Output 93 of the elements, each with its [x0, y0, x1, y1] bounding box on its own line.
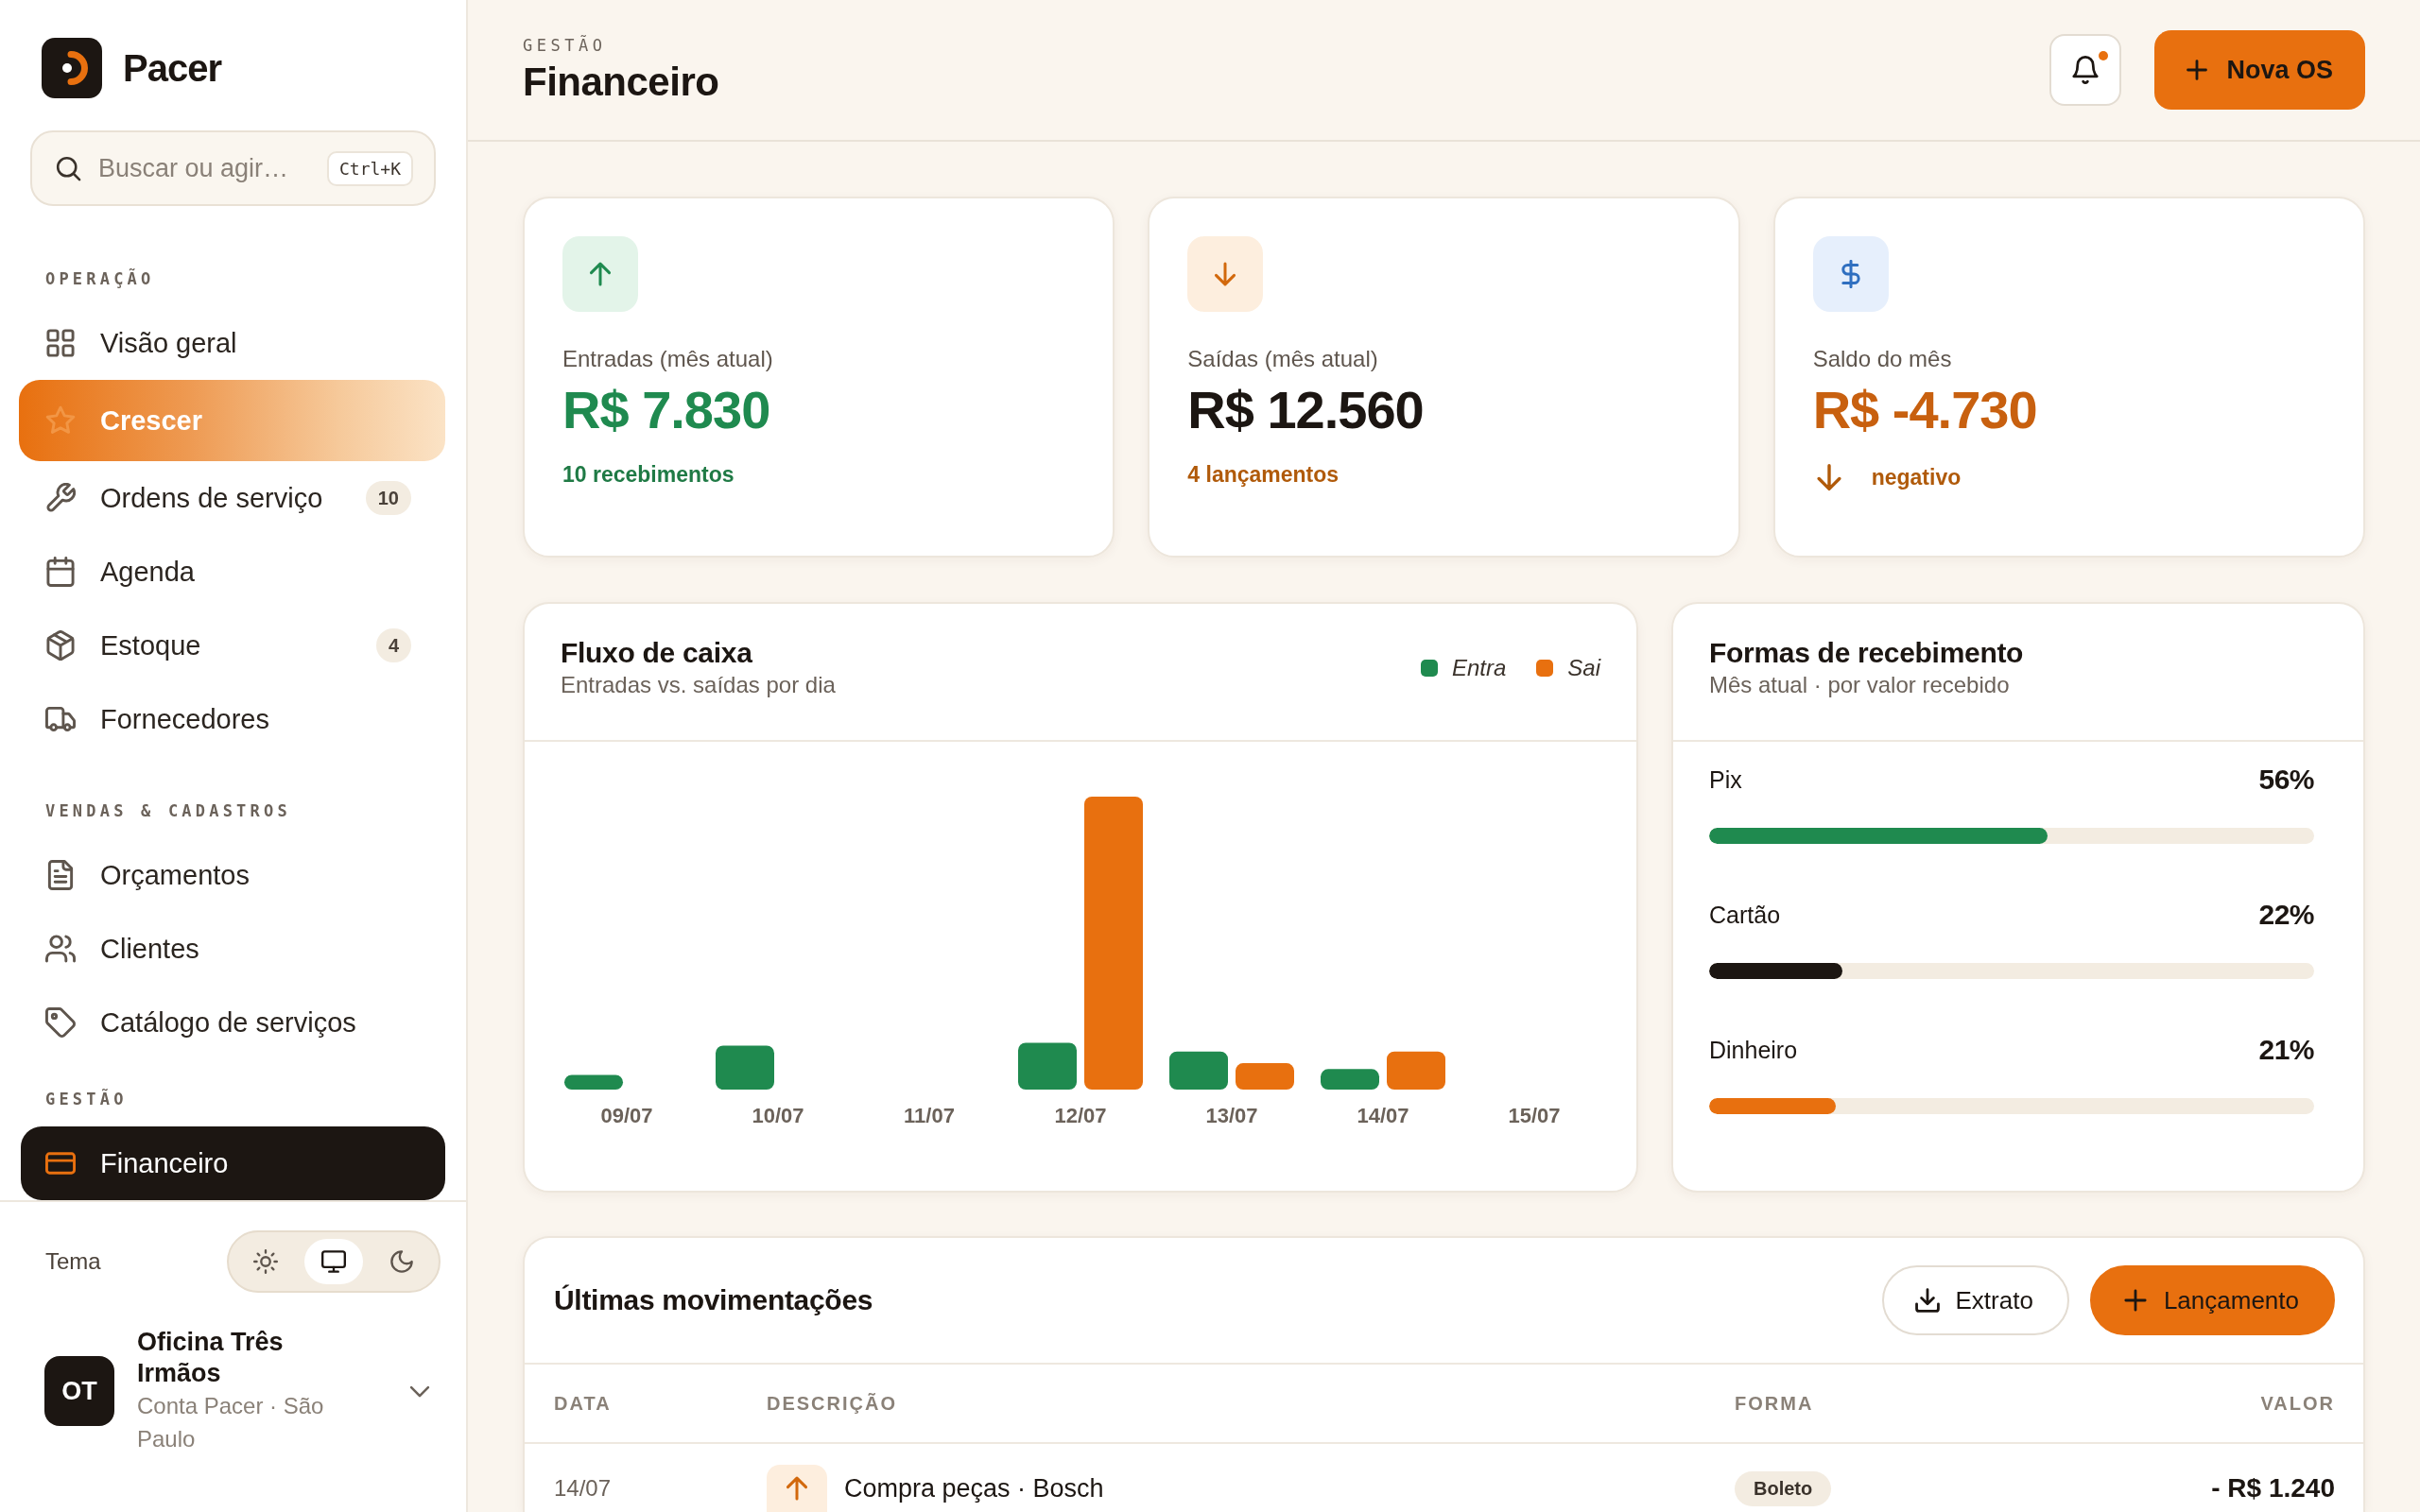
download-button[interactable]: Extrato — [1881, 1265, 2069, 1335]
stat-value: R$ -4.730 — [1812, 380, 2038, 440]
truck-icon — [45, 704, 76, 734]
brand-name: Pacer — [123, 46, 221, 90]
notifications-button[interactable] — [2049, 34, 2122, 106]
calendar-icon — [45, 557, 76, 587]
chart-bar — [1169, 1051, 1228, 1090]
arrow-up-icon — [562, 236, 638, 312]
avatar: OT — [44, 1356, 114, 1426]
account-name: Oficina Três Irmãos — [137, 1327, 285, 1389]
nav-item[interactable]: Fornecedores — [21, 682, 445, 756]
plus-icon — [2185, 58, 2210, 82]
chart-bar — [1321, 1069, 1379, 1090]
page-title: Financeiro — [523, 60, 719, 105]
grid-icon — [45, 328, 76, 358]
axis-label: 12/07 — [1053, 1103, 1108, 1129]
card-subtitle: Entradas vs. saídas por dia — [561, 671, 836, 699]
nav-item[interactable]: Visão geral — [21, 306, 445, 380]
box-icon — [45, 630, 76, 661]
stat-note: 10 recebimentos — [562, 461, 735, 488]
nav-item[interactable]: Estoque 4 — [21, 609, 445, 682]
method-name: Pix — [1709, 765, 1742, 794]
count-badge: 4 — [375, 628, 411, 662]
axis-label: 14/07 — [1356, 1103, 1410, 1129]
stat-label: Saldo do mês — [1812, 346, 1953, 372]
axis-label: 10/07 — [751, 1103, 805, 1129]
nav-item[interactable]: Catálogo de serviços — [21, 986, 445, 1059]
nav-item[interactable]: Clientes — [21, 912, 445, 986]
stat-label: Saídas (mês atual) — [1187, 346, 1379, 372]
breadcrumb: GESTÃO — [523, 35, 608, 56]
legend-label: Sai — [1567, 654, 1600, 682]
axis-label: 11/07 — [903, 1103, 956, 1129]
nav-item[interactable]: Financeiro — [21, 1126, 445, 1200]
users-icon — [45, 934, 76, 964]
section-title: GESTÃO — [44, 1088, 129, 1110]
download-icon — [1913, 1287, 1941, 1314]
amount-cell: - R$ 1.240 — [2211, 1473, 2335, 1503]
method-name: Cartão — [1709, 901, 1781, 929]
search-field[interactable]: Buscar ou agir… — [98, 153, 310, 183]
stat-value: R$ 12.560 — [1187, 380, 1425, 440]
method-name: Dinheiro — [1709, 1036, 1798, 1064]
card-title: Formas de recebimento — [1709, 636, 2024, 670]
moon-icon — [389, 1249, 414, 1274]
column-header: DATA — [554, 1392, 613, 1415]
column-header: FORMA — [1735, 1392, 1815, 1415]
arrow-down-icon — [1187, 236, 1264, 312]
method-share: 22% — [2258, 899, 2314, 931]
tag-icon — [45, 1007, 76, 1038]
method-share: 21% — [2258, 1034, 2314, 1066]
star-icon — [45, 405, 76, 436]
nav-item[interactable]: Ordens de serviço 10 — [21, 461, 445, 535]
shortcut-hint: Ctrl+K — [326, 150, 413, 186]
stat-note: negativo — [1871, 464, 1962, 490]
card-title: Últimas movimentações — [554, 1283, 873, 1317]
section-title: OPERAÇÃO — [44, 267, 156, 290]
monitor-icon — [321, 1249, 346, 1274]
document-icon — [45, 860, 76, 890]
legend-label: Entra — [1451, 654, 1507, 682]
card-title: Fluxo de caixa — [561, 636, 753, 670]
sun-icon — [253, 1249, 278, 1274]
axis-label: 15/07 — [1507, 1103, 1562, 1129]
theme-label: Tema — [45, 1248, 101, 1275]
description-cell: Compra peças · Bosch — [844, 1473, 1104, 1503]
stat-note: 4 lançamentos — [1187, 461, 1340, 488]
stat-label: Entradas (mês atual) — [562, 346, 774, 372]
stat-value: R$ 7.830 — [562, 380, 771, 440]
wrench-icon — [45, 483, 76, 513]
axis-label: 09/07 — [599, 1103, 654, 1129]
new-order-button[interactable]: Nova OS — [2154, 30, 2365, 110]
nav-item[interactable]: Orçamentos — [21, 838, 445, 912]
search-icon — [55, 155, 81, 181]
date-cell-text: 14/07 — [554, 1475, 613, 1502]
column-header: VALOR — [2260, 1392, 2335, 1415]
card-subtitle: Mês atual · por valor recebido — [1709, 671, 2011, 699]
payment-tag: Boleto — [1735, 1470, 1832, 1506]
logo[interactable] — [42, 38, 102, 98]
account-subtitle: Conta Pacer · São Paulo — [137, 1392, 325, 1453]
chart-bar — [1018, 1042, 1077, 1090]
nav-item[interactable]: Agenda — [21, 535, 445, 609]
theme-option[interactable] — [304, 1239, 363, 1284]
count-badge: 10 — [365, 481, 411, 515]
chart-bar — [564, 1074, 623, 1090]
column-header: DESCRIÇÃO — [767, 1392, 898, 1415]
dollar-sign-icon — [1812, 236, 1889, 312]
chart-bar — [1236, 1063, 1294, 1090]
chart-bar — [716, 1045, 774, 1090]
arrow-up-icon — [767, 1465, 827, 1512]
method-share: 56% — [2258, 764, 2314, 796]
new-entry-button[interactable]: Lançamento — [2089, 1265, 2335, 1335]
bell-icon — [2071, 56, 2100, 84]
chart-bar — [1387, 1051, 1445, 1090]
section-title: VENDAS & CADASTROS — [44, 800, 292, 822]
axis-label: 13/07 — [1204, 1103, 1259, 1129]
